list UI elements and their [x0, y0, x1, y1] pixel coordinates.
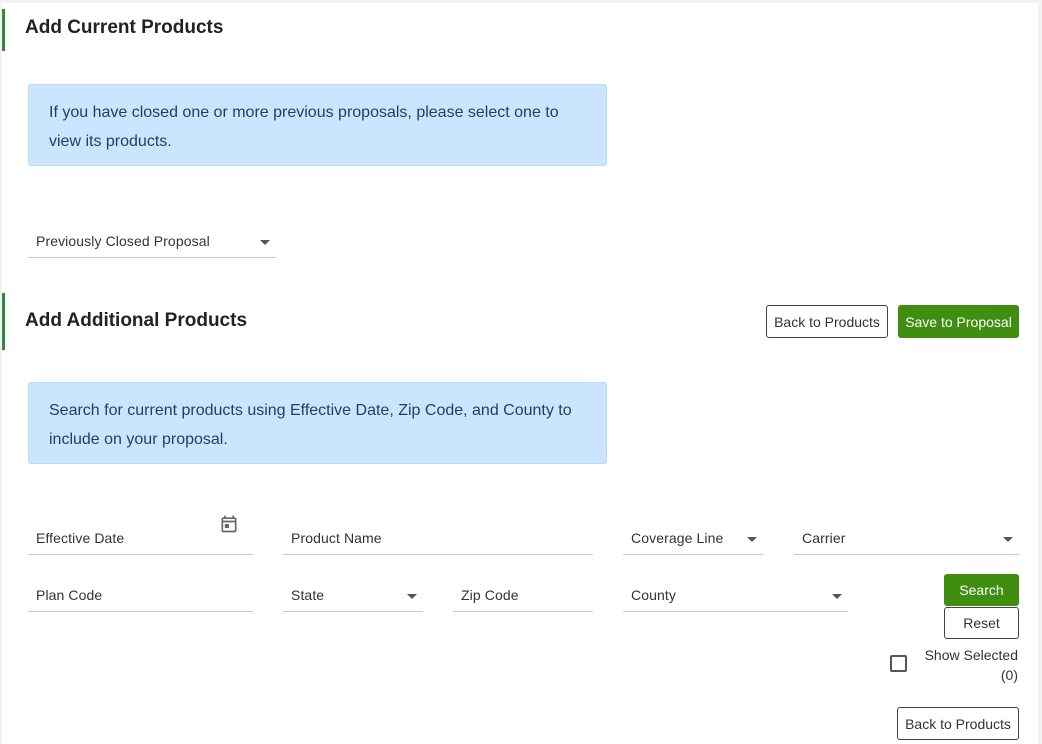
calendar-icon[interactable] — [219, 514, 239, 534]
reset-button[interactable]: Reset — [944, 607, 1019, 639]
additional-section-title: Add Additional Products — [25, 310, 248, 331]
chevron-down-icon — [832, 594, 842, 599]
additional-info-box: Search for current products using Effect… — [28, 382, 607, 464]
zip-code-label: Zip Code — [461, 587, 519, 603]
previously-closed-proposal-label: Previously Closed Proposal — [36, 233, 210, 249]
search-button[interactable]: Search — [944, 574, 1019, 606]
page: Add Current Products If you have closed … — [0, 0, 1042, 744]
show-selected-text: Show Selected (0) — [925, 645, 1018, 685]
additional-section-accent-bar — [2, 293, 5, 350]
carrier-label: Carrier — [802, 530, 846, 546]
effective-date-field[interactable]: Effective Date — [28, 514, 253, 555]
chevron-down-icon — [747, 537, 757, 542]
coverage-line-select[interactable]: Coverage Line — [623, 514, 763, 555]
plan-code-input[interactable]: Plan Code — [28, 571, 253, 612]
chevron-down-icon — [407, 594, 417, 599]
zip-code-input[interactable]: Zip Code — [453, 571, 593, 612]
additional-info-text: Search for current products using Effect… — [49, 402, 572, 448]
right-border — [1038, 0, 1042, 744]
left-border — [0, 0, 2, 744]
previously-closed-proposal-select[interactable]: Previously Closed Proposal — [28, 225, 276, 258]
current-info-text: If you have closed one or more previous … — [49, 104, 559, 150]
product-name-label: Product Name — [291, 530, 382, 546]
county-select[interactable]: County — [623, 571, 848, 612]
current-info-box: If you have closed one or more previous … — [28, 84, 607, 166]
product-name-input[interactable]: Product Name — [283, 514, 593, 555]
current-section-title: Add Current Products — [25, 17, 224, 38]
state-label: State — [291, 587, 325, 603]
state-select[interactable]: State — [283, 571, 423, 612]
bottom-back-to-products-button[interactable]: Back to Products — [897, 707, 1019, 740]
show-selected-label: Show Selected — [924, 647, 1018, 663]
top-border — [0, 0, 1042, 3]
effective-date-label: Effective Date — [36, 530, 125, 546]
show-selected-count: (0) — [1000, 667, 1018, 683]
chevron-down-icon — [260, 240, 270, 245]
save-to-proposal-button[interactable]: Save to Proposal — [898, 305, 1019, 338]
current-section-accent-bar — [2, 9, 5, 51]
county-label: County — [631, 587, 676, 603]
back-to-products-button[interactable]: Back to Products — [766, 305, 888, 338]
carrier-select[interactable]: Carrier — [794, 514, 1019, 555]
show-selected-checkbox[interactable] — [890, 655, 907, 672]
plan-code-label: Plan Code — [36, 587, 103, 603]
chevron-down-icon — [1003, 537, 1013, 542]
coverage-line-label: Coverage Line — [631, 530, 724, 546]
